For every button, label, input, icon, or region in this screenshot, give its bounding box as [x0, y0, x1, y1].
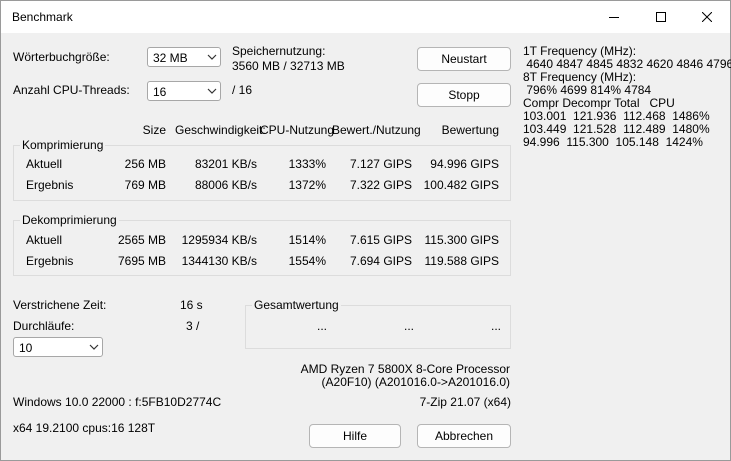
- row-size: 2565 MB: [117, 233, 166, 247]
- row-speed: 1295934 KB/s: [181, 233, 257, 247]
- restart-button[interactable]: Neustart: [417, 47, 511, 71]
- chevron-down-icon: [207, 54, 217, 60]
- row-label: Aktuell: [26, 157, 63, 171]
- header-size: Size: [142, 123, 166, 137]
- elapsed-time-label: Verstrichene Zeit:: [13, 298, 107, 312]
- row-speed: 83201 KB/s: [194, 157, 257, 171]
- dictionary-size-value: 32 MB: [153, 51, 188, 65]
- total-value-2: ...: [404, 319, 415, 333]
- header-cpu-usage: CPU-Nutzung: [260, 123, 335, 137]
- cpu-threads-total: / 16: [232, 83, 253, 97]
- close-icon: [702, 12, 712, 22]
- header-rating-per-usage: Bewert./Nutzung: [332, 123, 421, 137]
- minimize-icon: [609, 17, 619, 18]
- row-size: 769 MB: [124, 178, 166, 192]
- frequency-info-panel: 1T Frequency (MHz): 4640 4847 4845 4832 …: [523, 45, 731, 149]
- row-size: 7695 MB: [117, 254, 166, 268]
- stop-button[interactable]: Stopp: [417, 83, 511, 107]
- total-value-3: ...: [491, 319, 502, 333]
- chevron-down-icon: [207, 88, 217, 94]
- row-rating-per-usage: 7.615 GIPS: [349, 233, 412, 247]
- row-rating-per-usage: 7.694 GIPS: [349, 254, 412, 268]
- passes-select[interactable]: 10: [13, 337, 103, 357]
- row-cpu-usage: 1554%: [288, 254, 326, 268]
- minimize-button[interactable]: [591, 1, 637, 33]
- cpu-name: AMD Ryzen 7 5800X 8-Core Processor: [300, 362, 510, 376]
- cpu-threads-label: Anzahl CPU-Threads:: [13, 83, 130, 97]
- memory-usage-label: Speichernutzung:: [232, 44, 326, 58]
- total-value-1: ...: [317, 319, 328, 333]
- row-label: Ergebnis: [26, 178, 74, 192]
- cancel-button[interactable]: Abbrechen: [417, 424, 511, 448]
- window-title: Benchmark: [12, 10, 73, 24]
- row-label: Aktuell: [26, 233, 63, 247]
- title-bar: Benchmark: [1, 1, 730, 33]
- os-info: Windows 10.0 22000 : f:5FB10D2774C: [13, 395, 222, 409]
- info-line: 94.996 115.300 105.148 1424%: [523, 135, 703, 149]
- row-rating: 115.300 GIPS: [424, 233, 500, 247]
- row-rating: 100.482 GIPS: [423, 178, 499, 192]
- passes-select-value: 10: [19, 341, 33, 355]
- row-rating: 119.588 GIPS: [424, 254, 500, 268]
- memory-usage-value: 3560 MB / 32713 MB: [232, 59, 345, 73]
- version-info: 7-Zip 21.07 (x64): [419, 395, 511, 409]
- row-cpu-usage: 1372%: [288, 178, 326, 192]
- cpu-threads-select[interactable]: 16: [147, 81, 221, 101]
- maximize-icon: [656, 12, 666, 22]
- dictionary-size-label: Wörterbuchgröße:: [13, 50, 110, 64]
- passes-value: 3 /: [186, 319, 200, 333]
- arch-info: x64 19.2100 cpus:16 128T: [13, 421, 156, 435]
- total-rating-title: Gesamtwertung: [252, 298, 341, 312]
- compression-group: Komprimierung: [13, 138, 511, 201]
- cpu-threads-value: 16: [153, 85, 167, 99]
- benchmark-window: Benchmark Wörterbuchgröße: 32 MB Anzahl …: [0, 0, 731, 461]
- dictionary-size-select[interactable]: 32 MB: [147, 47, 221, 67]
- maximize-button[interactable]: [638, 1, 684, 33]
- total-rating-group: Gesamtwertung: [245, 298, 511, 349]
- help-button[interactable]: Hilfe: [309, 424, 401, 448]
- elapsed-time-value: 16 s: [180, 298, 203, 312]
- row-label: Ergebnis: [26, 254, 74, 268]
- decompression-group-title: Dekomprimierung: [20, 213, 119, 227]
- row-speed: 1344130 KB/s: [181, 254, 257, 268]
- row-cpu-usage: 1333%: [288, 157, 326, 171]
- cpu-id: (A20F10) (A201016.0->A201016.0): [321, 375, 510, 389]
- header-rating: Bewertung: [441, 123, 499, 137]
- chevron-down-icon: [89, 344, 99, 350]
- row-rating: 94.996 GIPS: [430, 157, 499, 171]
- row-cpu-usage: 1514%: [288, 233, 326, 247]
- close-button[interactable]: [684, 1, 730, 33]
- row-rating-per-usage: 7.322 GIPS: [349, 178, 412, 192]
- passes-label: Durchläufe:: [13, 319, 75, 333]
- row-speed: 88006 KB/s: [194, 178, 257, 192]
- header-speed: Geschwindigkeit:: [175, 123, 266, 137]
- row-size: 256 MB: [124, 157, 166, 171]
- compression-group-title: Komprimierung: [20, 138, 106, 152]
- row-rating-per-usage: 7.127 GIPS: [349, 157, 412, 171]
